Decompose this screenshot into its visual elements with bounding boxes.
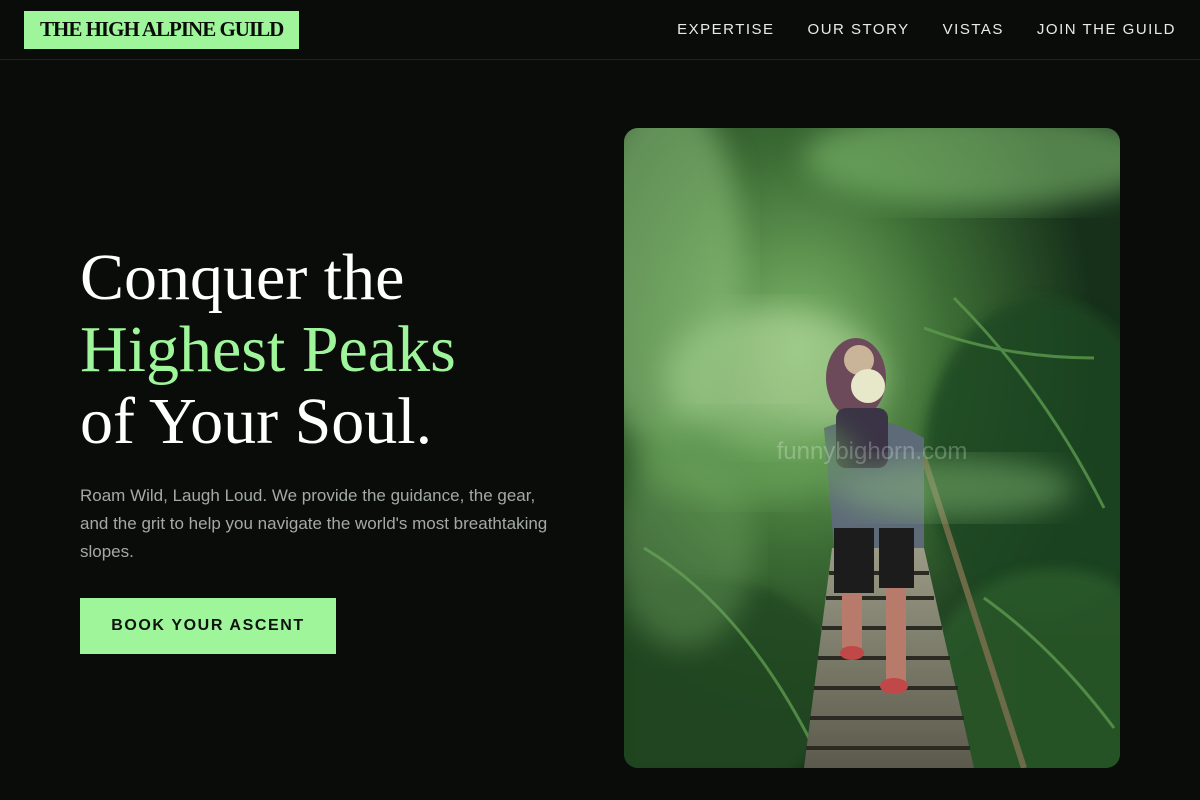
nav-link-vistas[interactable]: VISTAS bbox=[943, 21, 1004, 38]
nav-link-our-story[interactable]: OUR STORY bbox=[808, 21, 910, 38]
site-header: THE HIGH ALPINE GUILD EXPERTISE OUR STOR… bbox=[0, 0, 1200, 60]
site-logo[interactable]: THE HIGH ALPINE GUILD bbox=[24, 10, 300, 49]
book-ascent-button[interactable]: BOOK YOUR ASCENT bbox=[80, 598, 336, 654]
hero-headline: Conquer the Highest Peaks of Your Soul. bbox=[80, 242, 560, 458]
headline-line-1: Conquer the bbox=[80, 241, 405, 314]
headline-accent: Highest Peaks bbox=[80, 313, 456, 386]
hero-image: funnybighorn.com bbox=[624, 128, 1120, 768]
hero-text: Conquer the Highest Peaks of Your Soul. … bbox=[80, 242, 560, 566]
nav-link-expertise[interactable]: EXPERTISE bbox=[677, 21, 774, 38]
nav-link-join-the-guild[interactable]: JOIN THE GUILD bbox=[1037, 21, 1176, 38]
image-watermark: funnybighorn.com bbox=[776, 438, 968, 465]
headline-line-3: of Your Soul. bbox=[80, 385, 433, 458]
hero-subtitle: Roam Wild, Laugh Loud. We provide the gu… bbox=[80, 486, 548, 561]
main-nav: EXPERTISE OUR STORY VISTAS JOIN THE GUIL… bbox=[677, 21, 1176, 38]
